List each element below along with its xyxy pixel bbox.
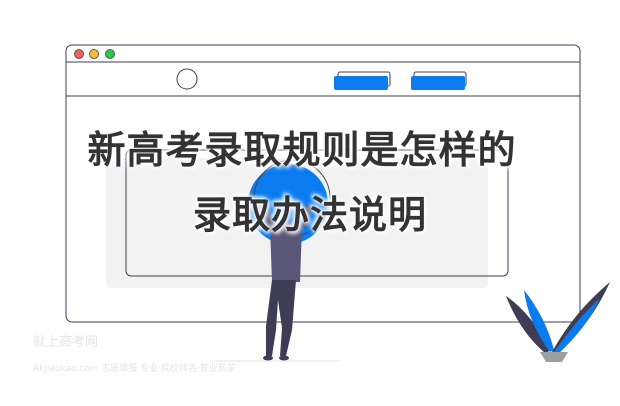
watermark-url: Akjiaokao.com 志愿填报·专业·院校排名·就业前景 xyxy=(33,364,236,374)
profile-circle-icon[interactable] xyxy=(176,68,198,90)
page-title-line-2: 录取办法说明 xyxy=(192,193,427,237)
minimize-window-icon[interactable] xyxy=(89,49,99,59)
traffic-light-icon[interactable] xyxy=(74,49,115,59)
close-window-icon[interactable] xyxy=(74,49,84,59)
maximize-window-icon[interactable] xyxy=(105,49,115,59)
watermark-brand: 就上高考网 xyxy=(33,335,99,350)
page-title-line-1: 新高考录取规则是怎样的 xyxy=(87,128,517,172)
